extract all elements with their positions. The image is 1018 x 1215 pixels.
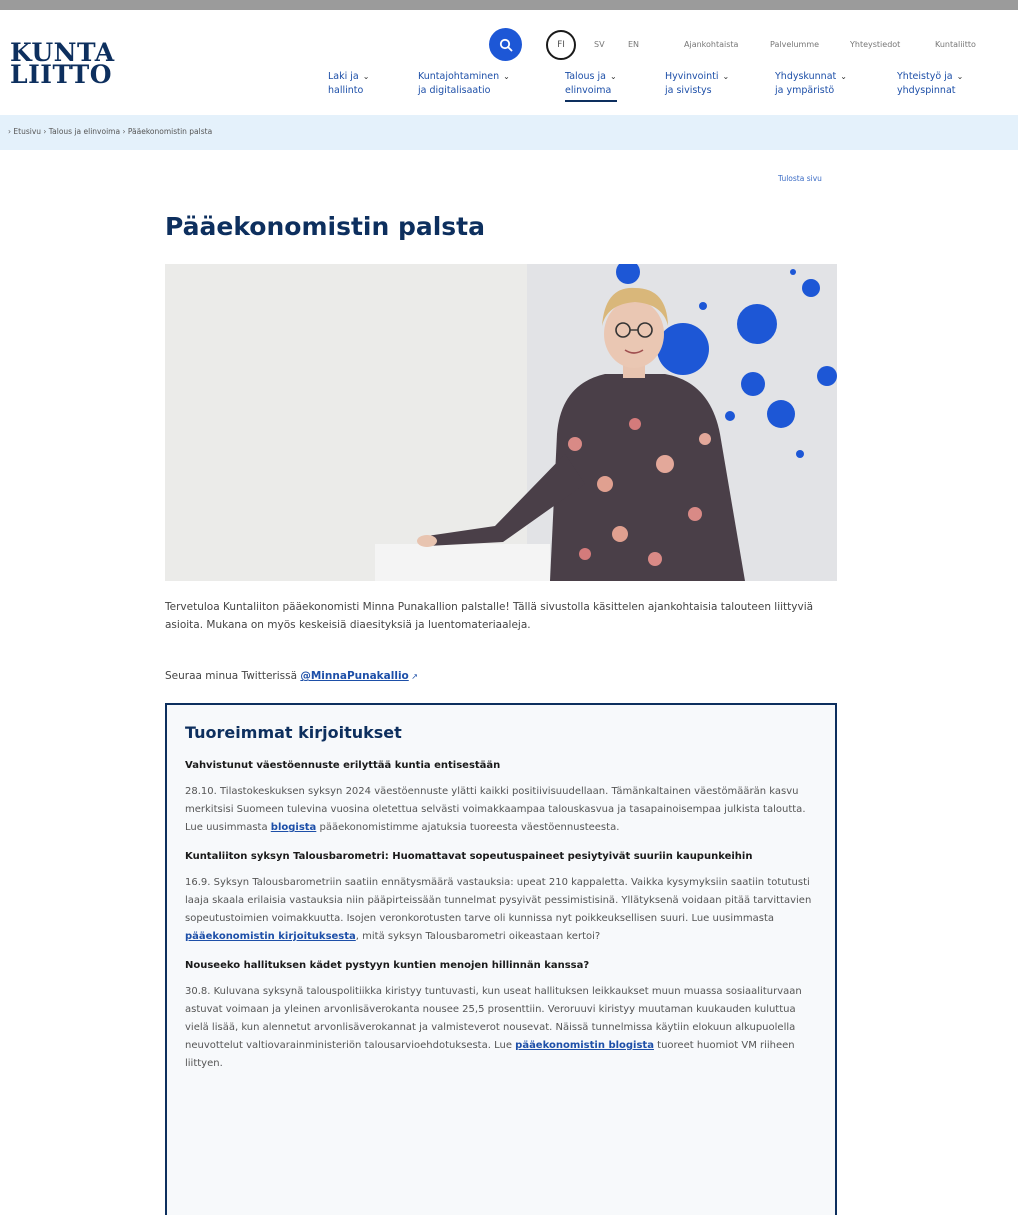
post-body: 28.10. Tilastokeskuksen syksyn 2024 väes…	[185, 783, 817, 837]
nav-label: hallinto	[328, 85, 364, 96]
post-link[interactable]: blogista	[271, 822, 317, 833]
language-sv[interactable]: SV	[594, 40, 605, 49]
logo-line-2: LIITTO	[10, 60, 113, 89]
nav-talous-ja-elinvoima[interactable]: Talous ja ⌄ elinvoima	[565, 70, 617, 102]
follow-line: Seuraa minua Twitterissä @MinnaPunakalli…	[165, 670, 418, 682]
post-body: 30.8. Kuluvana syksynä talouspolitiikka …	[185, 983, 817, 1073]
breadcrumb-item[interactable]: Etusivu	[13, 127, 41, 136]
search-button[interactable]	[489, 28, 522, 61]
follow-text: Seuraa minua Twitterissä	[165, 670, 301, 682]
nav-yhdyskunnat[interactable]: Yhdyskunnat ⌄ ja ympäristö	[775, 70, 847, 98]
language-en[interactable]: EN	[628, 40, 639, 49]
utility-link-ajankohtaista[interactable]: Ajankohtaista	[684, 40, 738, 49]
chevron-down-icon: ⌄	[362, 72, 370, 81]
nav-label: ja ympäristö	[775, 85, 835, 96]
breadcrumb-item[interactable]: Talous ja elinvoima	[49, 127, 120, 136]
nav-label: elinvoima	[565, 85, 612, 96]
post-heading: Kuntaliiton syksyn Talousbarometri: Huom…	[185, 851, 753, 862]
print-link[interactable]: Tulosta sivu	[778, 174, 822, 183]
nav-label: yhdyspinnat	[897, 85, 956, 96]
chevron-down-icon: ⌄	[609, 72, 617, 81]
post-heading: Nouseeko hallituksen kädet pystyyn kunti…	[185, 960, 590, 971]
utility-link-palvelumme[interactable]: Palvelumme	[770, 40, 819, 49]
nav-label: Yhteistyö ja	[897, 71, 953, 82]
latest-posts-title: Tuoreimmat kirjoitukset	[185, 723, 402, 742]
chevron-down-icon: ⌄	[503, 72, 510, 81]
search-icon	[499, 38, 512, 51]
chevron-down-icon: ⌄	[956, 72, 964, 81]
post-link[interactable]: pääekonomistin blogista	[515, 1040, 654, 1051]
nav-yhteistyo[interactable]: Yhteistyö ja ⌄ yhdyspinnat	[897, 70, 963, 98]
post-text: , mitä syksyn Talousbarometri oikeastaan…	[355, 931, 601, 942]
nav-laki-ja-hallinto[interactable]: Laki ja ⌄ hallinto	[328, 70, 369, 98]
nav-label: Laki ja	[328, 71, 359, 82]
nav-kuntajohtaminen[interactable]: Kuntajohtaminen ⌄ ja digitalisaatio	[418, 70, 510, 98]
utility-link-kuntaliitto[interactable]: Kuntaliitto	[935, 40, 976, 49]
twitter-link[interactable]: @MinnaPunakallio	[300, 670, 408, 682]
browser-top-strip	[0, 0, 1018, 10]
nav-label: Talous ja	[565, 71, 606, 82]
nav-label: Hyvinvointi	[665, 71, 719, 82]
language-fi[interactable]: FI	[546, 30, 576, 60]
utility-link-yhteystiedot[interactable]: Yhteystiedot	[850, 40, 900, 49]
post-link[interactable]: pääekonomistin kirjoituksesta	[185, 931, 356, 942]
intro-text: Tervetuloa Kuntaliiton pääekonomisti Min…	[165, 601, 814, 631]
nav-hyvinvointi[interactable]: Hyvinvointi ⌄ ja sivistys	[665, 70, 729, 98]
chevron-down-icon: ⌄	[722, 72, 730, 81]
nav-label: Kuntajohtaminen	[418, 71, 500, 82]
latest-posts-box: Tuoreimmat kirjoitukset Vahvistunut väes…	[165, 703, 837, 1215]
nav-label: Yhdyskunnat	[775, 71, 837, 82]
breadcrumb-current: Pääekonomistin palsta	[127, 127, 213, 136]
post-body: 16.9. Syksyn Talousbarometriin saatiin e…	[185, 874, 817, 946]
nav-label: ja sivistys	[665, 85, 712, 96]
post-text: pääekonomistimme ajatuksia tuoreesta väe…	[316, 822, 620, 833]
breadcrumb: › Etusivu › Talous ja elinvoima › Pääeko…	[8, 127, 212, 136]
nav-label: ja digitalisaatio	[418, 85, 491, 96]
page-title: Pääekonomistin palsta	[165, 212, 486, 241]
post-heading: Vahvistunut väestöennuste erilyttää kunt…	[185, 760, 501, 771]
chevron-down-icon: ⌄	[840, 72, 847, 81]
external-link-icon: ↗	[408, 672, 419, 681]
hero-image	[165, 264, 837, 581]
kuntaliitto-logo[interactable]: KUNTA LIITTO	[10, 40, 115, 89]
post-text: 16.9. Syksyn Talousbarometriin saatiin e…	[185, 877, 812, 924]
